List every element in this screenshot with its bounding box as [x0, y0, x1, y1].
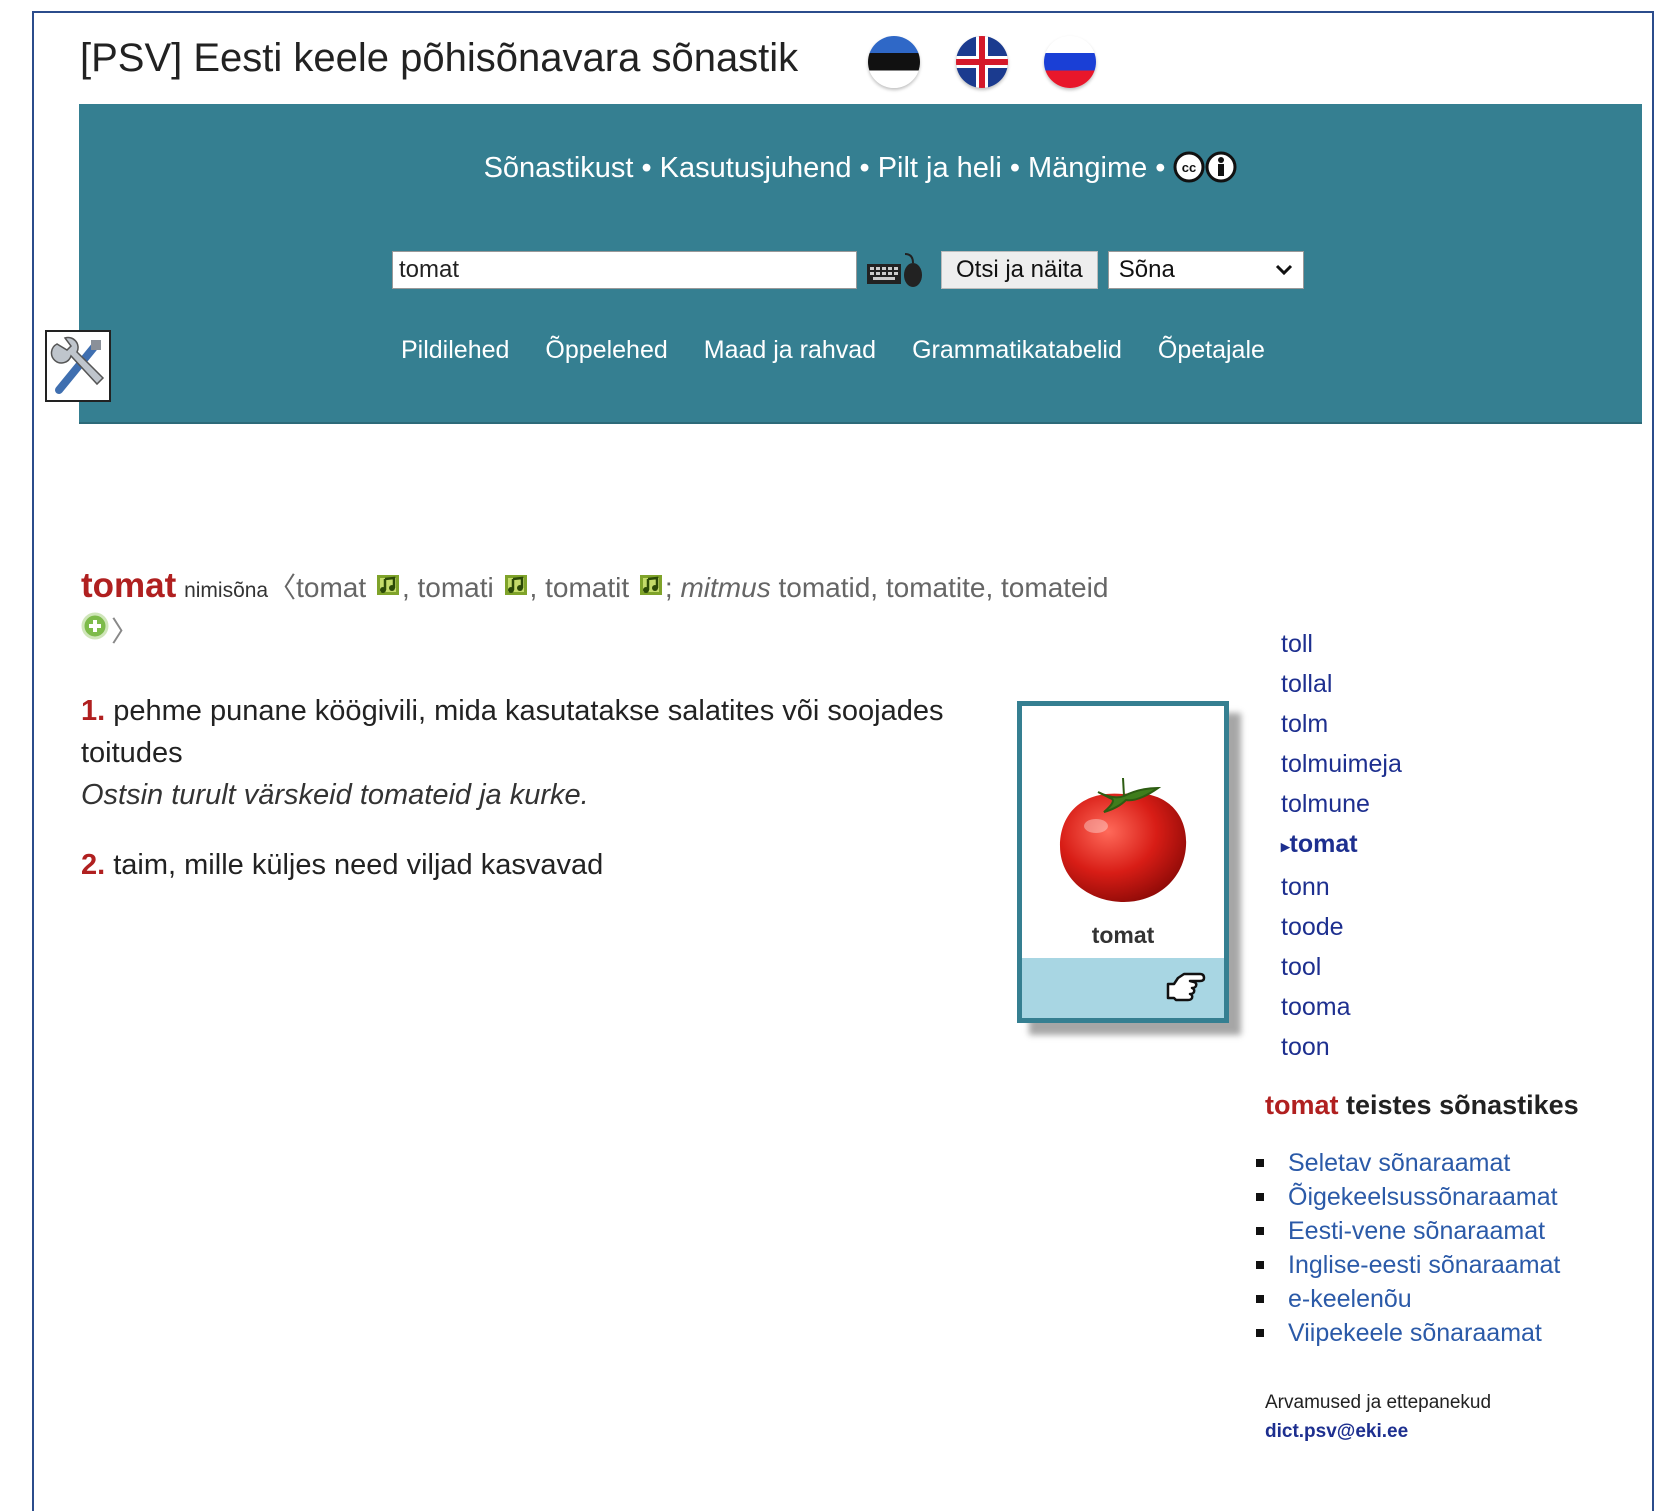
sense-2: 2. taim, mille küljes need viljad kasvav…	[81, 844, 961, 886]
nav-kasutusjuhend[interactable]: Kasutusjuhend	[660, 152, 852, 184]
subnav-pildilehed[interactable]: Pildilehed	[401, 336, 509, 365]
picture-card[interactable]: tomat	[1017, 701, 1229, 1023]
list-item: Inglise-eesti sõnaraamat	[1256, 1248, 1560, 1282]
search-input[interactable]	[392, 251, 857, 289]
chevron-down-icon	[1275, 264, 1292, 276]
other-dictionaries-word: tomat	[1265, 1090, 1339, 1120]
other-dictionaries-label: teistes sõnastikes	[1346, 1090, 1579, 1120]
nav-separator: •	[641, 152, 652, 184]
word-list-item[interactable]: tollal	[1281, 664, 1402, 704]
comma: ,	[401, 572, 418, 603]
tools-button[interactable]	[45, 330, 111, 402]
sense-definition: pehme punane köögivili, mida kasutatakse…	[81, 695, 944, 769]
dict-link[interactable]: Eesti-vene sõnaraamat	[1288, 1217, 1545, 1245]
tools-icon	[50, 336, 105, 394]
part-of-speech: nimisõna	[184, 579, 269, 602]
form-2: tomati	[417, 572, 494, 603]
plural-label: mitmus	[680, 572, 771, 603]
subnav-oppelehed[interactable]: Õppelehed	[545, 336, 667, 365]
word-list-item[interactable]: tolmuimeja	[1281, 744, 1402, 784]
feedback-label: Arvamused ja ettepanekud	[1265, 1392, 1492, 1413]
word-list: toll tollal tolm tolmuimeja tolmune toma…	[1281, 624, 1402, 1067]
dict-link[interactable]: Inglise-eesti sõnaraamat	[1288, 1251, 1560, 1279]
ee-flag-icon[interactable]	[868, 36, 920, 88]
word-list-item[interactable]: tool	[1281, 947, 1402, 987]
dict-link[interactable]: e-keelenõu	[1288, 1285, 1412, 1313]
nav-separator: •	[1155, 152, 1166, 184]
dict-link[interactable]: Seletav sõnaraamat	[1288, 1149, 1510, 1177]
nav-pilt-ja-heli[interactable]: Pilt ja heli	[878, 152, 1002, 184]
subnav-opetajale[interactable]: Õpetajale	[1158, 336, 1265, 365]
subnav-grammatikatabelid[interactable]: Grammatikatabelid	[912, 336, 1122, 365]
nav-mangime[interactable]: Mängime	[1028, 152, 1147, 184]
sense-definition: taim, mille küljes need viljad kasvavad	[113, 849, 604, 881]
tomato-image	[1060, 777, 1187, 902]
sense-1: 1. pehme punane köögivili, mida kasutata…	[81, 690, 961, 816]
virtual-keyboard-icon[interactable]	[865, 250, 925, 290]
subnav-maad-ja-rahvad[interactable]: Maad ja rahvad	[704, 336, 876, 365]
audio-note-icon[interactable]	[374, 573, 402, 599]
nav-separator: •	[859, 152, 870, 184]
close-bracket: 〉	[111, 616, 140, 647]
gb-flag-icon[interactable]	[956, 36, 1008, 88]
form-3: tomatit	[545, 572, 630, 603]
list-item: Õigekeelsussõnaraamat	[1256, 1180, 1560, 1214]
feedback-email-link[interactable]: dict.psv@eki.ee	[1265, 1421, 1408, 1442]
search-button[interactable]: Otsi ja näita	[941, 251, 1098, 289]
word-list-item[interactable]: tolm	[1281, 704, 1402, 744]
header-banner: Sõnastikust • Kasutusjuhend • Pilt ja heli • M…	[79, 104, 1642, 424]
word-list-item-current[interactable]: tomat	[1281, 824, 1402, 867]
comma: ,	[529, 572, 546, 603]
list-item: Viipekeele sõnaraamat	[1256, 1316, 1560, 1350]
dict-link[interactable]: Õigekeelsussõnaraamat	[1288, 1183, 1558, 1211]
sub-nav: Pildilehed Õppelehed Maad ja rahvad Gram…	[401, 336, 1265, 365]
form-1: tomat	[296, 572, 367, 603]
plural-forms: tomatid, tomatite, tomateid	[778, 572, 1109, 603]
list-item: e-keelenõu	[1256, 1282, 1560, 1316]
pointing-hand-icon[interactable]	[1164, 968, 1206, 1004]
search-type-value: Sõna	[1118, 256, 1175, 283]
word-list-item[interactable]: toon	[1281, 1027, 1402, 1067]
word-list-item[interactable]: toode	[1281, 907, 1402, 947]
card-caption: tomat	[1091, 922, 1155, 948]
sense-number: 1.	[81, 695, 106, 727]
feedback-block: Arvamused ja ettepanekud dict.psv@eki.ee	[1265, 1388, 1491, 1446]
open-bracket: 〈	[268, 572, 297, 603]
sense-number: 2.	[81, 849, 106, 881]
expand-plus-icon[interactable]	[81, 612, 109, 640]
semicolon: ;	[664, 572, 681, 603]
top-nav: Sõnastikust • Kasutusjuhend • Pilt ja heli • M…	[79, 150, 1642, 185]
ru-flag-icon[interactable]	[1044, 36, 1096, 88]
sense-example: Ostsin turult värskeid tomateid ja kurke…	[81, 779, 589, 811]
dict-link[interactable]: Viipekeele sõnaraamat	[1288, 1319, 1542, 1347]
language-flags	[868, 36, 1096, 88]
word-list-item[interactable]: tolmune	[1281, 784, 1402, 824]
word-list-item[interactable]: toll	[1281, 624, 1402, 664]
audio-note-icon[interactable]	[637, 573, 665, 599]
svg-text:cc: cc	[1182, 160, 1196, 175]
page-title: [PSV] Eesti keele põhisõnavara sõnastik	[80, 36, 799, 80]
word-list-item[interactable]: tonn	[1281, 867, 1402, 907]
card-footer	[1022, 958, 1224, 1018]
search-type-select[interactable]: Sõna	[1107, 251, 1304, 289]
other-dictionaries-list: Seletav sõnaraamat Õigekeelsussõnaraamat…	[1256, 1146, 1560, 1350]
list-item: Eesti-vene sõnaraamat	[1256, 1214, 1560, 1248]
nav-separator: •	[1009, 152, 1020, 184]
search-bar: Otsi ja näita Sõna	[392, 250, 1304, 290]
word-list-item[interactable]: tooma	[1281, 987, 1402, 1027]
other-dictionaries-heading: tomat teistes sõnastikes	[1265, 1090, 1579, 1121]
entry-header: tomat nimisõna〈tomat , tomati , tomatit …	[81, 566, 1108, 606]
nav-sonastikust[interactable]: Sõnastikust	[484, 152, 634, 184]
list-item: Seletav sõnaraamat	[1256, 1146, 1560, 1180]
audio-note-icon[interactable]	[502, 573, 530, 599]
headword: tomat	[81, 566, 177, 605]
creative-commons-icon[interactable]: cc	[1173, 150, 1237, 184]
